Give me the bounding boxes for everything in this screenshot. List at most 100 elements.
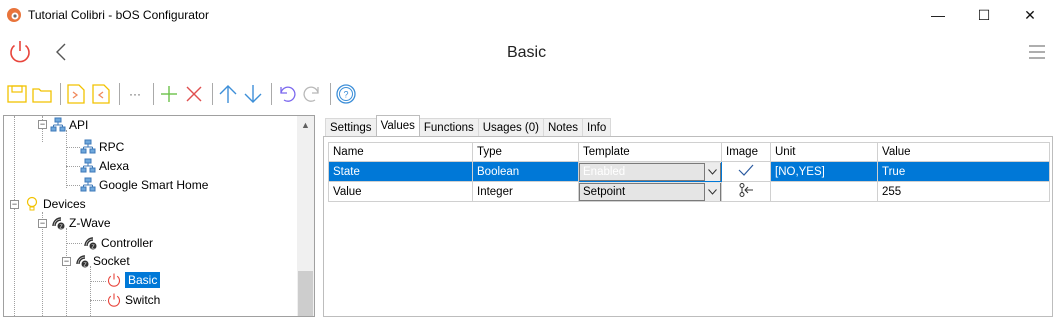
- column-header-name[interactable]: Name: [328, 142, 473, 162]
- tab-info[interactable]: Info: [582, 118, 612, 136]
- undo-icon: [280, 86, 296, 102]
- zwave-icon: Z: [84, 237, 97, 250]
- zwave-icon: Z: [52, 217, 65, 230]
- values-panel: Name Type Template Image Unit Value Stat…: [323, 136, 1053, 317]
- cell-type[interactable]: Boolean: [472, 161, 579, 182]
- save-icon: [7, 85, 27, 103]
- cell-unit[interactable]: [770, 181, 878, 202]
- tree-item-rpc[interactable]: RPC: [80, 138, 124, 156]
- tree-item-basic[interactable]: Basic: [106, 271, 161, 289]
- tree-connector: [14, 116, 15, 316]
- open-folder-button[interactable]: [31, 83, 53, 105]
- tree-connector: [66, 228, 67, 316]
- tree-item-label: Switch: [125, 293, 161, 307]
- tree-item-devices[interactable]: Devices: [24, 195, 86, 213]
- toolbar-separator: [119, 83, 120, 105]
- tree-connector: [66, 147, 80, 148]
- device-tree[interactable]: − − − − API RPC Alexa Google Smart Home …: [3, 115, 315, 317]
- window-title: Tutorial Colibri - bOS Configurator: [28, 8, 209, 22]
- template-dropdown[interactable]: Enabled: [578, 161, 722, 182]
- toolbar-separator: [60, 83, 61, 105]
- chevron-down-icon: [708, 168, 717, 175]
- chevron-down-icon: [708, 188, 717, 195]
- tab-notes[interactable]: Notes: [542, 118, 584, 136]
- cell-value[interactable]: 255: [877, 181, 1050, 202]
- cell-image[interactable]: [721, 181, 771, 202]
- toolbar: ··· ?: [0, 78, 1053, 110]
- template-value: Enabled: [583, 165, 626, 178]
- tree-item-label: API: [69, 118, 89, 132]
- tree-item-label: Google Smart Home: [99, 178, 209, 192]
- column-header-template[interactable]: Template: [578, 142, 722, 162]
- close-button[interactable]: ✕: [1007, 0, 1053, 30]
- title-bar: Tutorial Colibri - bOS Configurator — ☐ …: [0, 0, 1053, 30]
- tab-values[interactable]: Values: [375, 115, 420, 136]
- folder-icon: [32, 88, 52, 103]
- column-header-type[interactable]: Type: [472, 142, 579, 162]
- cell-name[interactable]: State: [328, 161, 473, 182]
- save-button[interactable]: [6, 83, 28, 105]
- tree-item-controller[interactable]: Z Controller: [82, 234, 153, 252]
- tree-scrollbar[interactable]: ▲: [297, 116, 314, 316]
- delete-button[interactable]: [183, 83, 205, 105]
- hamburger-menu-icon[interactable]: [1027, 42, 1047, 62]
- help-button[interactable]: ?: [335, 83, 357, 105]
- export-button[interactable]: [90, 83, 112, 105]
- move-up-button[interactable]: [217, 83, 239, 105]
- cell-name[interactable]: Value: [328, 181, 473, 202]
- tree-item-socket[interactable]: Z Socket: [74, 252, 130, 270]
- tree-item-alexa[interactable]: Alexa: [80, 157, 129, 175]
- network-icon: [80, 177, 96, 192]
- cell-value[interactable]: True: [877, 161, 1050, 182]
- maximize-button[interactable]: ☐: [961, 0, 1007, 30]
- help-icon: ?: [336, 84, 356, 104]
- scroll-thumb[interactable]: [298, 271, 313, 316]
- network-icon: [50, 117, 66, 132]
- scroll-up-arrow-icon[interactable]: ▲: [301, 120, 310, 130]
- tree-item-api[interactable]: API: [50, 116, 88, 134]
- import-button[interactable]: [65, 83, 87, 105]
- tree-item-google-smart-home[interactable]: Google Smart Home: [80, 176, 208, 194]
- tree-collapse-toggle[interactable]: −: [62, 257, 71, 266]
- import-icon: [67, 84, 85, 104]
- tree-connector: [66, 185, 80, 186]
- tree-collapse-toggle[interactable]: −: [10, 200, 19, 209]
- tree-collapse-toggle[interactable]: −: [38, 219, 47, 228]
- table-row[interactable]: State Boolean Enabled [NO,YES] True: [328, 161, 1050, 182]
- cell-type[interactable]: Integer: [472, 181, 579, 202]
- toolbar-separator: [330, 83, 331, 105]
- redo-button[interactable]: [301, 83, 323, 105]
- tree-connector: [90, 281, 106, 282]
- tree-item-zwave[interactable]: Z Z-Wave: [50, 214, 111, 232]
- tab-usages[interactable]: Usages (0): [477, 118, 544, 136]
- undo-button[interactable]: [276, 83, 298, 105]
- lightbulb-icon: [26, 196, 38, 211]
- column-header-image[interactable]: Image: [721, 142, 771, 162]
- svg-text:?: ?: [343, 90, 348, 100]
- tree-item-switch[interactable]: Switch: [106, 291, 160, 309]
- tab-settings[interactable]: Settings: [325, 118, 377, 136]
- add-button[interactable]: [158, 83, 180, 105]
- tree-connector: [66, 166, 80, 167]
- table-row[interactable]: Value Integer Setpoint 255: [328, 181, 1050, 202]
- template-dropdown[interactable]: Setpoint: [578, 181, 722, 202]
- tree-item-label: Basic: [125, 272, 161, 288]
- cell-image[interactable]: [721, 161, 771, 182]
- tree-item-label: Socket: [93, 254, 130, 268]
- tree-collapse-toggle[interactable]: −: [38, 120, 47, 129]
- tree-item-label: Devices: [43, 197, 86, 211]
- window-controls: — ☐ ✕: [915, 0, 1053, 30]
- tree-connector: [66, 130, 67, 188]
- app-header: Basic: [0, 30, 1053, 75]
- more-button[interactable]: ···: [124, 83, 146, 105]
- column-header-unit[interactable]: Unit: [770, 142, 878, 162]
- detail-tabs: Settings Values Functions Usages (0) Not…: [325, 115, 612, 136]
- tab-functions[interactable]: Functions: [418, 118, 479, 136]
- column-header-value[interactable]: Value: [877, 142, 1050, 162]
- app-icon: [7, 8, 21, 22]
- tree-item-label: RPC: [99, 140, 125, 154]
- move-down-button[interactable]: [242, 83, 264, 105]
- minimize-button[interactable]: —: [915, 0, 961, 30]
- redo-icon: [303, 86, 319, 102]
- cell-unit[interactable]: [NO,YES]: [770, 161, 878, 182]
